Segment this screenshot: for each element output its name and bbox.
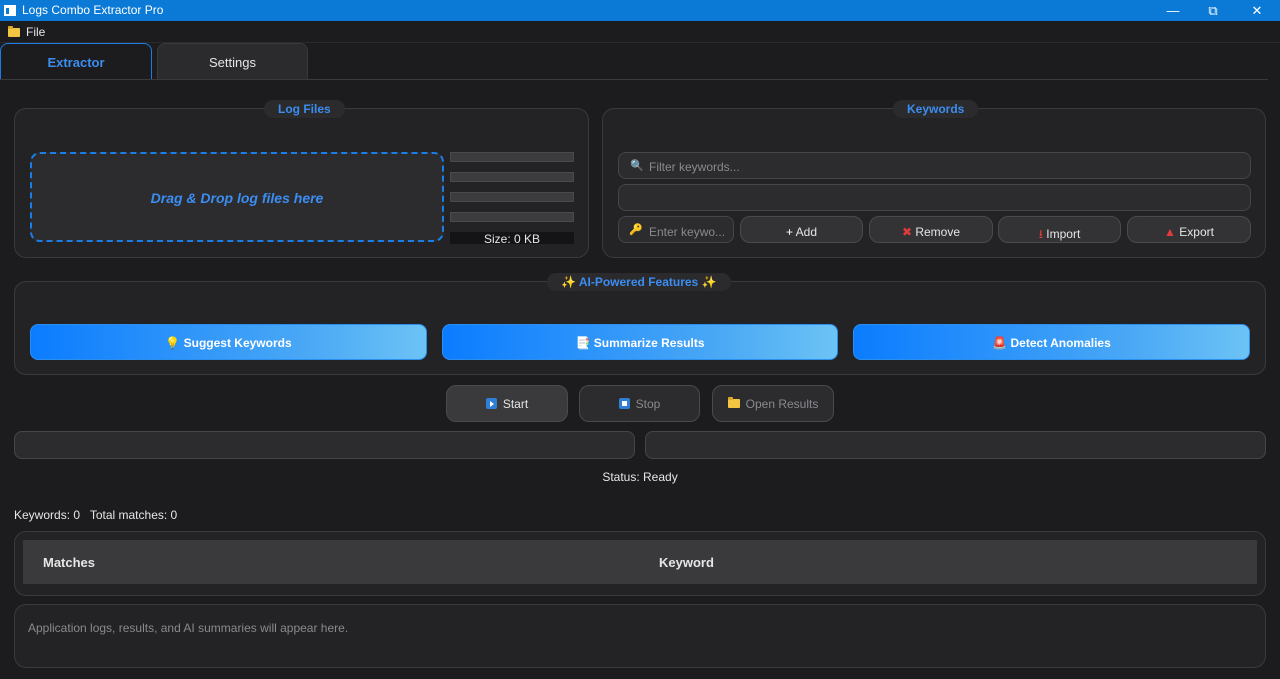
file-slot: [450, 192, 574, 202]
menu-bar: File: [0, 21, 1280, 43]
file-slot: [450, 212, 574, 222]
export-icon: ▲: [1164, 225, 1180, 239]
progress-bar-files: [14, 431, 635, 459]
log-output[interactable]: Application logs, results, and AI summar…: [14, 604, 1266, 668]
file-menu[interactable]: File: [8, 25, 45, 39]
match-count: Total matches: 0: [89, 508, 178, 522]
summarize-results-label: Summarize Results: [593, 336, 705, 350]
play-icon: [485, 398, 497, 409]
status-label: Status: Ready: [602, 470, 678, 484]
alarm-icon: 🚨: [992, 336, 1008, 350]
sparkle-icon: ✨: [561, 275, 576, 289]
sparkle-icon: ✨: [701, 275, 717, 289]
column-header-keyword[interactable]: Keyword: [659, 555, 714, 570]
start-button[interactable]: Start: [446, 385, 568, 422]
stop-icon: [618, 398, 630, 409]
summary-icon: 📑: [575, 336, 591, 350]
detect-anomalies-button[interactable]: 🚨 Detect Anomalies: [853, 324, 1250, 360]
summarize-results-button[interactable]: 📑 Summarize Results: [442, 324, 838, 360]
lightbulb-icon: 💡: [165, 336, 181, 350]
app-icon: [4, 5, 16, 16]
dropzone-label: Drag & Drop log files here: [150, 190, 324, 206]
stop-label: Stop: [635, 397, 661, 411]
ai-features-title: ✨ AI-Powered Features ✨: [547, 273, 731, 291]
keyword-count: Keywords: 0: [14, 508, 81, 522]
size-label: Size: 0 KB: [450, 232, 574, 246]
log-files-title: Log Files: [264, 100, 345, 118]
folder-icon: [727, 397, 740, 408]
keyword-list[interactable]: [618, 184, 1251, 211]
export-label: Export: [1179, 225, 1214, 239]
tab-extractor[interactable]: Extractor: [0, 43, 152, 80]
open-results-button[interactable]: Open Results: [712, 385, 834, 422]
tab-divider: [0, 79, 1268, 80]
ai-features-title-text: AI-Powered Features: [578, 275, 699, 289]
counts-row: Keywords: 0 Total matches: 0: [14, 508, 177, 522]
keywords-title: Keywords: [893, 100, 979, 118]
plus-icon: +: [785, 225, 796, 239]
stop-button[interactable]: Stop: [579, 385, 700, 422]
maximize-button[interactable]: ⧉: [1190, 0, 1236, 21]
file-slot: [450, 152, 574, 162]
folder-icon: [8, 25, 20, 37]
import-label: Import: [1046, 227, 1081, 241]
key-icon: 🔑: [629, 224, 643, 236]
suggest-keywords-label: Suggest Keywords: [183, 336, 292, 350]
keyword-entry-placeholder: Enter keywo...: [649, 225, 726, 239]
start-label: Start: [502, 397, 529, 411]
remove-keyword-button[interactable]: ✖ Remove: [869, 216, 993, 243]
open-results-label: Open Results: [745, 397, 819, 411]
import-keywords-button[interactable]: ⭳ Import: [998, 216, 1121, 243]
table-header: Matches Keyword: [23, 540, 1257, 584]
detect-anomalies-label: Detect Anomalies: [1010, 336, 1111, 350]
column-header-matches[interactable]: Matches: [43, 555, 95, 570]
tab-settings[interactable]: Settings: [157, 43, 308, 80]
suggest-keywords-button[interactable]: 💡 Suggest Keywords: [30, 324, 427, 360]
title-bar: Logs Combo Extractor Pro — ⧉ ✕: [0, 0, 1280, 21]
log-placeholder: Application logs, results, and AI summar…: [28, 621, 349, 635]
progress-bar-keywords: [645, 431, 1266, 459]
remove-label: Remove: [915, 225, 961, 239]
file-slot: [450, 172, 574, 182]
export-keywords-button[interactable]: ▲ Export: [1127, 216, 1251, 243]
close-button[interactable]: ✕: [1234, 0, 1280, 21]
window-title: Logs Combo Extractor Pro: [22, 3, 164, 17]
add-label: Add: [795, 225, 818, 239]
keyword-filter-placeholder: Filter keywords...: [649, 160, 740, 174]
add-keyword-button[interactable]: + Add: [740, 216, 863, 243]
file-menu-label: File: [26, 25, 46, 39]
cross-icon: ✖: [901, 225, 916, 239]
search-icon: 🔍: [630, 160, 644, 172]
keyword-filter-input[interactable]: 🔍 Filter keywords...: [618, 152, 1251, 179]
dropzone[interactable]: Drag & Drop log files here: [30, 152, 444, 242]
keyword-entry-input[interactable]: 🔑 Enter keywo...: [618, 216, 734, 243]
